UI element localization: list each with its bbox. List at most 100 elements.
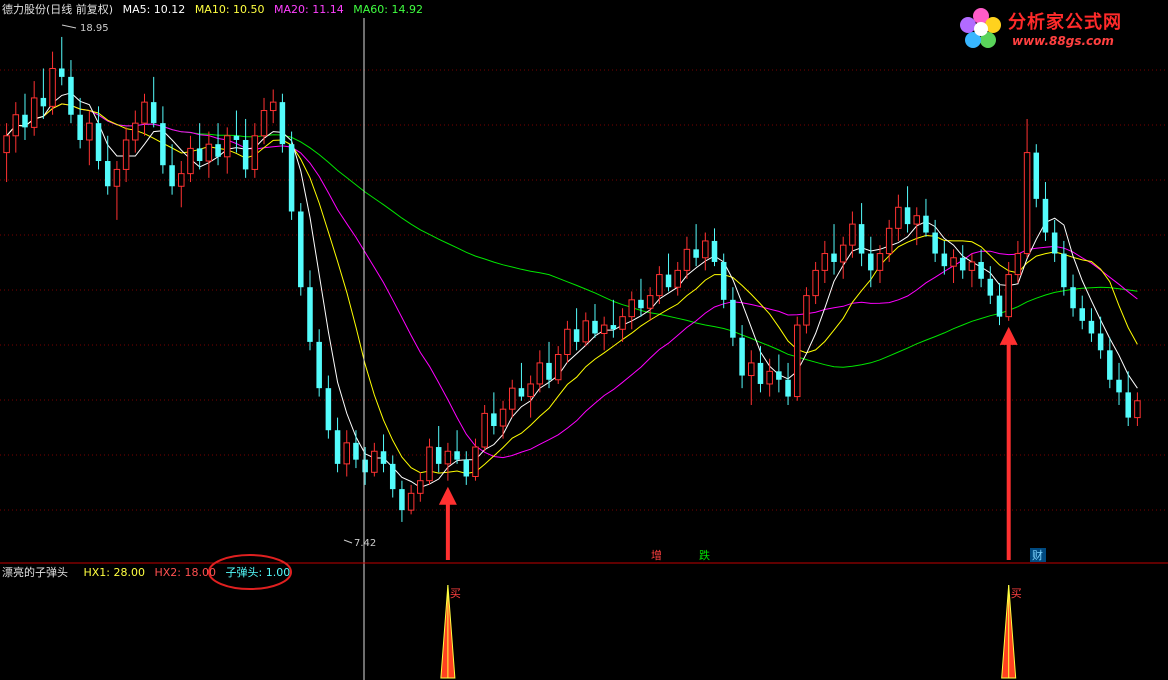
candle-body-down — [1116, 379, 1122, 393]
low-pointer — [343, 539, 353, 544]
candle-body-down — [757, 362, 764, 384]
candle-body-down — [40, 97, 47, 107]
candle-body-down — [59, 68, 65, 77]
candle-body-down — [711, 240, 718, 262]
candle-body-down — [435, 447, 442, 464]
candle-body-down — [325, 388, 332, 431]
candle-body-down — [463, 459, 470, 477]
candle-body-up — [417, 480, 424, 494]
candle-body-up — [1014, 253, 1022, 276]
candle-body-down — [573, 329, 580, 342]
candle-body-up — [371, 450, 378, 473]
candle-body-up — [656, 274, 663, 297]
candle-body-down — [1033, 152, 1040, 199]
stock-name: 德力股份(日线 前复权) — [2, 3, 114, 16]
candle-body-up — [885, 227, 893, 255]
candle-body-down — [941, 253, 948, 267]
candle-body-up — [481, 412, 488, 448]
candle-body-down — [233, 135, 240, 140]
candle-body-down — [996, 295, 1003, 317]
candle-body-down — [546, 362, 552, 380]
candle-body-up — [674, 269, 681, 288]
candle-body-up — [600, 324, 608, 334]
candle-body-up — [803, 295, 810, 326]
buy-arrow-head — [438, 486, 457, 505]
candle-body-down — [1079, 308, 1085, 321]
candle-body-up — [132, 122, 139, 141]
candle-body-up — [748, 362, 755, 377]
ma20-line — [6, 103, 1138, 459]
candle-body-down — [316, 341, 322, 389]
candle-body-up — [426, 446, 433, 482]
candle-body-up — [407, 492, 415, 511]
candle-body-down — [730, 299, 736, 338]
candle-body-up — [1134, 400, 1141, 419]
candle-body-up — [205, 143, 213, 162]
low-price-label: 7.42 — [354, 538, 376, 549]
ma20-path — [6, 103, 1138, 459]
candle-body-up — [582, 320, 590, 343]
candle-body-down — [454, 451, 460, 460]
buy-label: 买 — [450, 587, 461, 600]
logo-title: 分析家公式网 — [1008, 12, 1122, 33]
indicator-panel: 买买 — [440, 584, 1022, 679]
candle-body-down — [720, 261, 727, 300]
candle-body-down — [22, 114, 28, 128]
candle-body-down — [776, 371, 782, 380]
candle-body-up — [269, 101, 277, 112]
candle-body-down — [1042, 198, 1049, 233]
candle-body-up — [950, 257, 957, 267]
candle-body-down — [491, 413, 497, 427]
candle-body-down — [307, 287, 313, 342]
increase-marker: 增 — [651, 548, 662, 562]
candle-body-up — [343, 442, 351, 465]
candle-body-up — [141, 101, 148, 124]
candle-body-down — [334, 430, 341, 464]
candle-body-down — [399, 489, 405, 511]
candle-body-down — [169, 165, 175, 187]
hx1-value: HX1: 28.00 — [83, 566, 146, 579]
candle-body-down — [858, 224, 865, 254]
candle-body-down — [160, 123, 166, 166]
candle-body-down — [1061, 253, 1067, 288]
candle-body-down — [638, 299, 644, 309]
high-pointer — [61, 24, 77, 29]
flower-logo-icon — [960, 8, 1001, 48]
candle-body-up — [554, 354, 562, 381]
candle-body-down — [362, 459, 368, 473]
candle-body-up — [113, 168, 121, 187]
candle-body-down — [215, 144, 221, 157]
candle-body-up — [876, 253, 884, 271]
candle-body-up — [122, 139, 130, 170]
buy-arrow-shaft — [445, 500, 450, 560]
candle-body-down — [1070, 287, 1076, 309]
candle-body-up — [812, 269, 819, 297]
candle-body-down — [1097, 333, 1104, 351]
candle-body-down — [1051, 232, 1058, 254]
candle-body-up — [3, 135, 10, 154]
buy-arrow-head — [999, 326, 1018, 345]
candle-body-up — [187, 147, 194, 175]
hx2-value: HX2: 18.00 — [154, 566, 217, 579]
candle-body-down — [868, 253, 874, 271]
ma60-path — [6, 103, 1138, 368]
candle-body-up — [702, 240, 709, 259]
ma10-path — [6, 103, 1138, 475]
candle-body-up — [536, 362, 544, 385]
candle-body-down — [987, 278, 994, 296]
candle-body-down — [978, 261, 984, 279]
candle-body-up — [86, 122, 93, 141]
candle-body-down — [923, 215, 929, 233]
candle-body-up — [839, 244, 847, 263]
candle-body-up — [49, 67, 56, 107]
candle-body-down — [298, 211, 304, 288]
indicator-header: 漂亮的子弹头 HX1: 28.00 HX2: 18.00 子弹头: 1.00 — [2, 566, 296, 580]
candle-body-down — [1125, 392, 1131, 418]
candle-body-up — [30, 97, 38, 128]
candle-body-down — [1088, 320, 1095, 334]
candlesticks — [3, 36, 1141, 522]
ma20-value: MA20: 11.14 — [274, 3, 344, 16]
candle-body-up — [968, 261, 976, 271]
candle-body-up — [527, 383, 534, 398]
candle-body-down — [288, 144, 295, 212]
